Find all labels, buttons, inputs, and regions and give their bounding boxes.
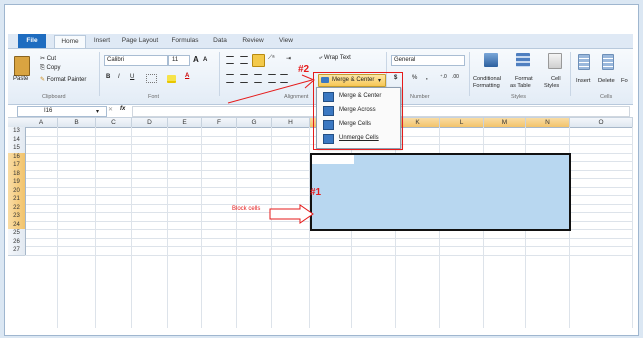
annotation-number-1: #1 [310, 187, 322, 198]
annotation-arrows [227, 74, 315, 224]
annotation-number-2: #2 [298, 64, 310, 75]
block-cells-label: Block cells [232, 206, 261, 212]
arrow-2-line [227, 79, 313, 104]
block-arrow [269, 204, 314, 224]
